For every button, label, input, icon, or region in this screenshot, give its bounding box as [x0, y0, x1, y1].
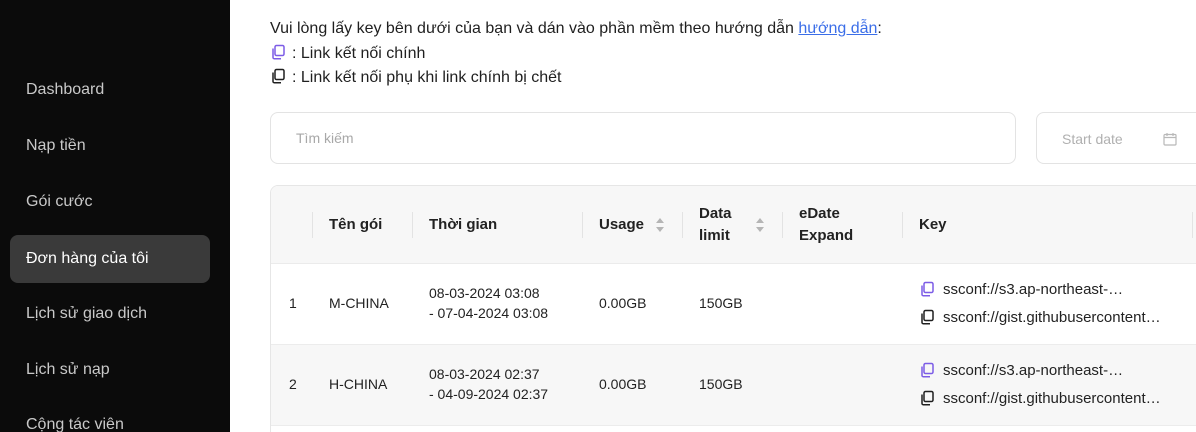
main-content: Vui lòng lấy key bên dưới của bạn và dán…	[230, 0, 1196, 432]
guide-link[interactable]: hướng dẫn	[798, 20, 877, 37]
instruction-text: Vui lòng lấy key bên dưới của bạn và dán…	[270, 20, 799, 37]
row-index: 2	[289, 376, 297, 392]
sidebar-item-don-hang[interactable]: Đơn hàng của tôi	[10, 235, 210, 283]
key-backup[interactable]: ssconf://gist.githubusercontent…	[919, 390, 1161, 407]
column-usage[interactable]: Usage	[583, 186, 683, 264]
row-usage: 0.00GB	[599, 295, 647, 311]
sidebar-item-dashboard[interactable]: Dashboard	[10, 66, 210, 114]
table-row: 1 M-CHINA 08-03-2024 03:08 - 07-04-2024 …	[271, 264, 1196, 345]
row-data-limit: 150GB	[699, 376, 743, 392]
start-date-picker[interactable]: Start date	[1036, 112, 1196, 164]
instruction-suffix: :	[877, 20, 882, 37]
copy-icon	[270, 68, 286, 84]
calendar-icon	[1163, 132, 1177, 146]
key-backup[interactable]: ssconf://gist.githubusercontent…	[919, 309, 1161, 326]
row-usage: 0.00GB	[599, 376, 647, 392]
instruction-line: Vui lòng lấy key bên dưới của bạn và dán…	[270, 20, 882, 38]
row-time-start: 08-03-2024 02:37	[429, 366, 540, 382]
key-backup-text: ssconf://gist.githubusercontent…	[943, 309, 1161, 326]
table-header: Tên gói Thời gian Usage Data limit eDate…	[271, 186, 1196, 264]
sidebar-item-lich-su-giao-dich[interactable]: Lịch sử giao dịch	[10, 290, 210, 338]
sidebar: Dashboard Nạp tiền Gói cước Đơn hàng của…	[0, 0, 230, 432]
key-main[interactable]: ssconf://s3.ap-northeast-…	[919, 281, 1123, 298]
sidebar-item-nap-tien[interactable]: Nạp tiền	[10, 122, 210, 170]
column-key: Key	[903, 186, 1193, 264]
legend-main-link: : Link kết nối chính	[270, 44, 425, 63]
sidebar-item-cong-tac-vien[interactable]: Cộng tác viên	[10, 401, 210, 432]
copy-icon[interactable]	[919, 362, 935, 378]
row-time-start: 08-03-2024 03:08	[429, 285, 540, 301]
key-main-text: ssconf://s3.ap-northeast-…	[943, 281, 1124, 298]
copy-icon[interactable]	[919, 390, 935, 406]
search-input[interactable]	[270, 112, 1016, 164]
row-index: 1	[289, 295, 297, 311]
copy-icon[interactable]	[919, 281, 935, 297]
key-main-text: ssconf://s3.ap-northeast-…	[943, 362, 1124, 379]
row-data-limit: 150GB	[699, 295, 743, 311]
column-package: Tên gói	[313, 186, 413, 264]
legend-backup-link: : Link kết nối phụ khi link chính bị chế…	[270, 68, 562, 87]
legend-main-text: : Link kết nối chính	[292, 45, 426, 62]
sort-icon[interactable]	[755, 217, 765, 233]
copy-icon[interactable]	[919, 309, 935, 325]
sort-icon[interactable]	[655, 217, 665, 233]
row-package: H-CHINA	[329, 376, 388, 392]
copy-icon	[270, 44, 286, 60]
column-index	[271, 186, 313, 264]
row-package: M-CHINA	[329, 295, 389, 311]
table-row: 2 H-CHINA 08-03-2024 02:37 - 04-09-2024 …	[271, 345, 1196, 426]
orders-table: Tên gói Thời gian Usage Data limit eDate…	[270, 185, 1196, 432]
key-backup-text: ssconf://gist.githubusercontent…	[943, 390, 1161, 407]
key-main[interactable]: ssconf://s3.ap-northeast-…	[919, 362, 1123, 379]
column-edate-expand: eDate Expand	[783, 186, 903, 264]
start-date-placeholder: Start date	[1062, 131, 1123, 147]
row-time-end: - 04-09-2024 02:37	[429, 386, 549, 402]
column-time: Thời gian	[413, 186, 583, 264]
sidebar-item-lich-su-nap[interactable]: Lịch sử nạp	[10, 346, 210, 394]
legend-backup-text: : Link kết nối phụ khi link chính bị chế…	[292, 69, 562, 86]
row-time-end: - 07-04-2024 03:08	[429, 305, 549, 321]
sidebar-item-goi-cuoc[interactable]: Gói cước	[10, 178, 210, 226]
column-data-limit[interactable]: Data limit	[683, 186, 783, 264]
